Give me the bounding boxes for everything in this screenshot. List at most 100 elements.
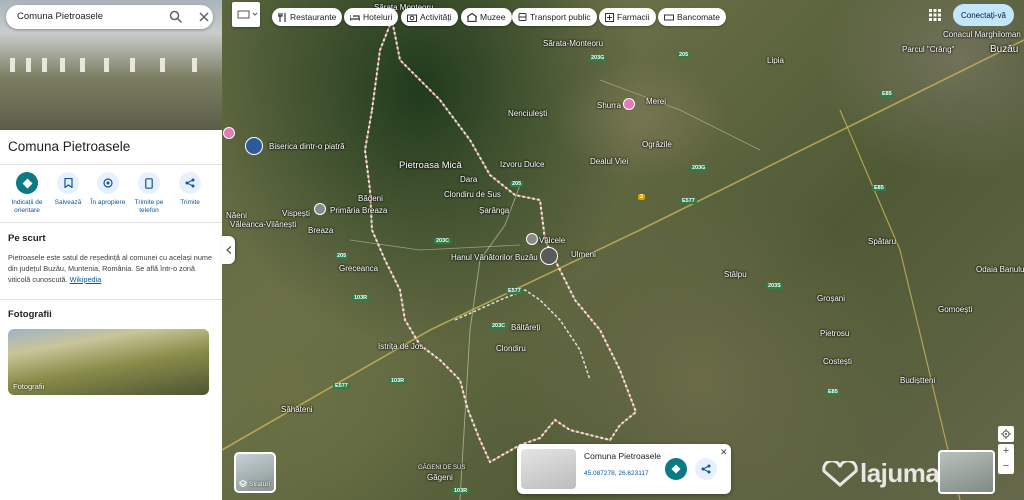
road-shield: E577 — [680, 198, 697, 204]
location-thumbnail[interactable] — [521, 449, 576, 489]
nearby-icon — [103, 178, 113, 188]
zoom-in-button[interactable]: + — [998, 444, 1014, 459]
layers-button[interactable]: Straturi — [234, 452, 276, 493]
divider — [0, 299, 222, 300]
map-label: Băltăreți — [511, 323, 541, 332]
road-shield: E577 — [333, 383, 350, 389]
chip-restaurants[interactable]: Restaurante — [272, 8, 343, 26]
nearby-button[interactable]: În apropiere — [87, 172, 129, 207]
map-label: Spătaru — [868, 237, 897, 246]
layers-label: Straturi — [239, 480, 270, 488]
heart-logo-icon — [822, 460, 858, 487]
map-label: Istrița de Jos — [378, 342, 424, 351]
map-label: Clondiru — [496, 344, 526, 353]
collapse-panel-button[interactable] — [222, 236, 235, 264]
map-label: Șarânga — [479, 206, 510, 215]
map-label: Budiștteni — [900, 376, 936, 385]
action-label: Salvează — [54, 199, 82, 206]
chip-activities[interactable]: Activități — [401, 8, 458, 26]
place-title: Comuna Pietroasele — [8, 139, 131, 154]
apps-grid-icon[interactable] — [929, 9, 941, 21]
save-button[interactable]: Salvează — [47, 172, 89, 207]
chip-museums[interactable]: Muzee — [461, 8, 512, 26]
chip-transit[interactable]: Transport public — [512, 8, 597, 26]
send-to-phone-button[interactable]: Trimite pe telefon — [128, 172, 170, 215]
chevron-left-icon — [225, 246, 231, 254]
summary-text: Pietroasele este satul de reședință al c… — [8, 252, 216, 285]
road-shield: 203C — [434, 238, 452, 244]
search-box[interactable]: Comuna Pietroasele — [6, 5, 213, 29]
card-share-button[interactable] — [695, 458, 717, 480]
photo-pin-icon[interactable] — [245, 137, 263, 155]
building-pin-icon[interactable] — [314, 203, 326, 215]
museum-icon — [467, 12, 477, 22]
place-pin-icon[interactable] — [623, 98, 635, 110]
map-label: Ogrăzile — [642, 140, 672, 149]
phone-icon — [145, 177, 153, 189]
share-button[interactable]: Trimite — [169, 172, 211, 207]
zoom-out-button[interactable]: − — [998, 459, 1014, 474]
map-label: Groșani — [817, 294, 846, 303]
map-label: Vispești — [282, 209, 310, 218]
road-shield: E577 — [506, 288, 523, 294]
directions-icon — [22, 178, 32, 188]
close-icon[interactable] — [197, 10, 211, 24]
hotel-pin-icon[interactable] — [540, 247, 558, 265]
action-label: Indicații de orientare — [11, 199, 43, 214]
action-label: În apropiere — [90, 199, 126, 206]
photos-thumbnail[interactable]: Fotografii — [8, 329, 209, 395]
place-pin-icon[interactable] — [223, 127, 235, 139]
map-label: Ulmeni — [571, 250, 596, 259]
map-label: Dara — [460, 175, 478, 184]
layers-text: Straturi — [249, 480, 270, 488]
map-label: Parcul "Crâng" — [902, 45, 955, 54]
my-location-button[interactable] — [998, 426, 1014, 442]
road-shield: 103R — [452, 488, 470, 494]
map-label: Săhăteni — [281, 405, 313, 414]
chip-pharmacies[interactable]: Farmacii — [599, 8, 656, 26]
share-icon — [185, 178, 195, 188]
divider — [0, 222, 222, 223]
map-label: Sărata-Monteoru — [543, 39, 604, 48]
chip-label: Transport public — [530, 12, 591, 22]
map-label: Văleanca-Vilănești — [230, 220, 297, 229]
action-label: Trimite pe telefon — [134, 199, 164, 214]
chip-label: Restaurante — [290, 12, 337, 22]
place-pin-icon[interactable] — [526, 233, 538, 245]
map-label: GĂGENI DE SUS — [418, 465, 466, 471]
close-icon[interactable]: ✕ — [720, 447, 728, 458]
sign-in-button[interactable]: Conectați-vă — [953, 4, 1014, 26]
road-shield: E85 — [872, 185, 886, 191]
street-view-thumbnail[interactable] — [938, 450, 995, 494]
map-label: Bădeni — [358, 194, 383, 203]
wikipedia-link[interactable]: Wikipedia — [70, 275, 102, 284]
road-shield: 205 — [677, 52, 691, 58]
camera-icon — [407, 14, 417, 22]
map-label: Clondiru de Sus — [444, 190, 501, 199]
search-icon[interactable] — [169, 10, 183, 24]
chip-label: Bancomate — [677, 12, 720, 22]
card-directions-button[interactable] — [665, 458, 687, 480]
map-label: Shurra — [597, 101, 622, 110]
location-coordinates[interactable]: 45.087278, 26.623117 — [584, 470, 649, 477]
map-label: Izvoru Dulce — [500, 160, 545, 169]
map-label: Primăria Breaza — [330, 206, 388, 215]
road-shield: E85 — [826, 389, 840, 395]
search-input[interactable]: Comuna Pietroasele — [17, 11, 103, 22]
map-type-toggle[interactable] — [232, 2, 260, 27]
map-label: Găgeni — [427, 473, 453, 482]
map-label: Buzău — [990, 44, 1019, 55]
map-label: Biserica dintr-o piatră — [269, 142, 345, 151]
map-label: Gomoești — [938, 305, 973, 314]
directions-button[interactable]: Indicații de orientare — [6, 172, 48, 215]
road-shield: 203G — [690, 165, 708, 171]
location-card[interactable]: Comuna Pietroasele 45.087278, 26.623117 … — [517, 444, 731, 494]
map-label: Breaza — [308, 226, 334, 235]
map-label: Greceanca — [339, 264, 379, 273]
chip-atms[interactable]: Bancomate — [658, 8, 726, 26]
map-label: Odaia Banului — [976, 265, 1024, 274]
chip-hotels[interactable]: Hoteluri — [344, 8, 399, 26]
map-label: Lipia — [767, 56, 784, 65]
road-shield: 103R — [389, 378, 407, 384]
directions-icon — [671, 464, 681, 474]
